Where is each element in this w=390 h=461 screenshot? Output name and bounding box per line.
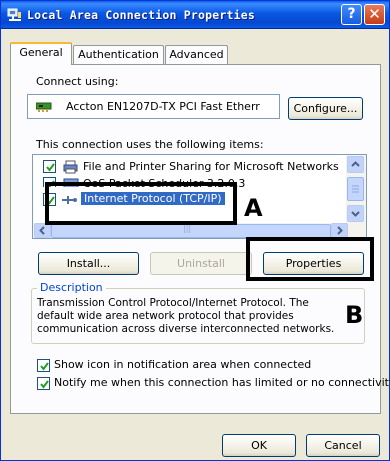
scroll-grip: ||| — [183, 224, 192, 233]
description-text: Transmission Control Protocol/Internet P… — [37, 297, 335, 335]
notify-checkbox[interactable] — [37, 377, 50, 390]
adapter-name: Accton EN1207D-TX PCI Fast Etherr — [66, 100, 260, 113]
ok-button[interactable]: OK — [222, 434, 296, 457]
title-bar[interactable]: Local Area Connection Properties ? ✕ — [1, 1, 389, 29]
network-adapter-icon — [36, 102, 52, 112]
scroll-thumb[interactable] — [347, 177, 364, 201]
tab-general[interactable]: General — [10, 42, 72, 65]
checkmark-icon — [46, 163, 55, 172]
vertical-scrollbar[interactable] — [346, 155, 366, 223]
close-button[interactable]: ✕ — [364, 4, 385, 25]
scroll-left-button[interactable] — [34, 223, 51, 238]
scroll-down-button[interactable] — [347, 205, 364, 222]
uninstall-button[interactable]: Uninstall — [150, 252, 252, 275]
description-legend: Description — [37, 281, 106, 294]
notify-label[interactable]: Notify me when this connection has limit… — [54, 376, 390, 389]
checkmark-icon — [40, 380, 49, 389]
chevron-left-icon — [39, 226, 45, 235]
chevron-up-icon — [351, 161, 360, 167]
scroll-up-button[interactable] — [347, 156, 364, 173]
item-checkbox[interactable] — [43, 160, 56, 173]
annotation-label-b: B — [345, 301, 364, 329]
configure-button[interactable]: Configure... — [288, 97, 363, 120]
window-title: Local Area Connection Properties — [27, 8, 255, 22]
chevron-right-icon — [337, 226, 343, 235]
annotation-label-a: A — [244, 194, 263, 222]
install-button-label: Install... — [66, 257, 111, 270]
tab-advanced[interactable]: Advanced — [165, 45, 228, 65]
annotation-box-b — [246, 237, 374, 281]
items-label: This connection uses the following items… — [36, 138, 264, 151]
scroll-right-button[interactable] — [331, 223, 348, 238]
cancel-button[interactable]: Cancel — [306, 434, 380, 457]
annotation-box-a — [45, 182, 237, 225]
cancel-button-label: Cancel — [324, 439, 362, 452]
horizontal-scroll-thumb[interactable]: ||| — [51, 224, 331, 238]
connect-using-label: Connect using: — [36, 75, 119, 88]
list-item[interactable]: File and Printer Sharing for Microsoft N… — [33, 159, 346, 175]
install-button[interactable]: Install... — [38, 252, 139, 275]
tab-authentication[interactable]: Authentication — [73, 45, 164, 65]
adapter-field: Accton EN1207D-TX PCI Fast Etherr — [27, 94, 280, 119]
grip-icon — [352, 185, 359, 193]
show-icon-checkbox[interactable] — [37, 359, 50, 372]
show-icon-label[interactable]: Show icon in notification area when conn… — [54, 358, 311, 371]
chevron-down-icon — [351, 211, 360, 217]
item-label: File and Printer Sharing for Microsoft N… — [83, 160, 339, 173]
checkmark-icon — [40, 362, 49, 371]
configure-button-label: Configure... — [293, 102, 358, 115]
printer-sharing-icon — [63, 160, 78, 174]
help-button[interactable]: ? — [341, 4, 362, 25]
properties-dialog: Local Area Connection Properties ? ✕ Gen… — [0, 0, 390, 461]
network-connection-icon — [7, 8, 21, 21]
ok-button-label: OK — [251, 439, 267, 452]
uninstall-button-label: Uninstall — [177, 257, 225, 270]
